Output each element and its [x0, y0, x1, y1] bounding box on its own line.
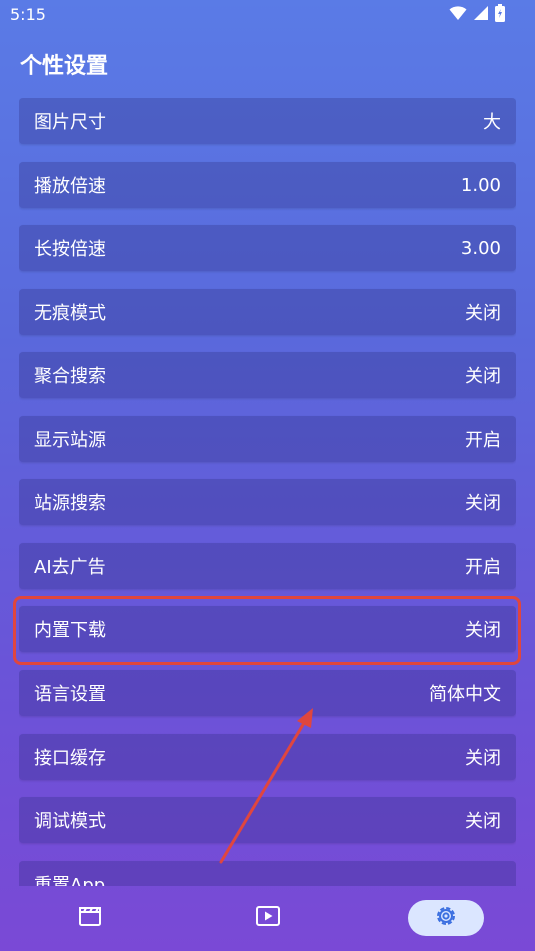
settings-list[interactable]: 图片尺寸 大 播放倍速 1.00 长按倍速 3.00 无痕模式 关闭 聚合搜索 … [19, 98, 516, 886]
setting-value: 关闭 [465, 366, 501, 387]
setting-ai-ad-removal[interactable]: AI去广告 开启 [19, 543, 516, 589]
setting-value: 关闭 [465, 620, 501, 641]
nav-item-player[interactable] [248, 900, 288, 936]
setting-aggregate-search[interactable]: 聚合搜索 关闭 [19, 352, 516, 398]
nav-item-videos[interactable] [70, 900, 110, 936]
setting-label: 语言设置 [34, 684, 106, 705]
setting-label: 调试模式 [34, 811, 106, 832]
setting-label: 长按倍速 [34, 239, 106, 260]
setting-label: AI去广告 [34, 557, 106, 578]
wifi-icon [449, 5, 467, 25]
setting-interface-cache[interactable]: 接口缓存 关闭 [19, 734, 516, 780]
setting-label: 聚合搜索 [34, 366, 106, 387]
nav-item-settings[interactable] [408, 900, 484, 936]
setting-incognito-mode[interactable]: 无痕模式 关闭 [19, 289, 516, 335]
setting-value: 开启 [465, 430, 501, 451]
setting-label: 内置下载 [34, 620, 106, 641]
setting-label: 接口缓存 [34, 748, 106, 769]
setting-label: 无痕模式 [34, 303, 106, 324]
bottom-nav [0, 886, 535, 951]
setting-value: 关闭 [465, 748, 501, 769]
page-title: 个性设置 [20, 54, 109, 79]
signal-icon [473, 5, 489, 25]
setting-debug-mode[interactable]: 调试模式 关闭 [19, 797, 516, 843]
setting-label: 播放倍速 [34, 176, 106, 197]
setting-label: 显示站源 [34, 430, 106, 451]
setting-value: 关闭 [465, 303, 501, 324]
setting-language[interactable]: 语言设置 简体中文 [19, 670, 516, 716]
setting-label: 图片尺寸 [34, 112, 106, 133]
status-bar: 5:15 [0, 0, 535, 32]
status-icons [449, 4, 505, 26]
setting-show-source[interactable]: 显示站源 开启 [19, 416, 516, 462]
setting-label: 站源搜索 [34, 493, 106, 514]
setting-label: 重置App [34, 875, 106, 886]
status-time: 5:15 [10, 5, 46, 24]
setting-long-press-speed[interactable]: 长按倍速 3.00 [19, 225, 516, 271]
setting-value: 1.00 [460, 174, 501, 196]
setting-playback-speed[interactable]: 播放倍速 1.00 [19, 162, 516, 208]
setting-value: 大 [483, 112, 501, 133]
setting-value: 开启 [465, 557, 501, 578]
setting-reset-app[interactable]: 重置App [19, 861, 516, 886]
gear-icon [434, 904, 458, 932]
setting-source-search[interactable]: 站源搜索 关闭 [19, 479, 516, 525]
setting-image-size[interactable]: 图片尺寸 大 [19, 98, 516, 144]
setting-builtin-download[interactable]: 内置下载 关闭 [19, 606, 516, 652]
clapperboard-icon [78, 905, 102, 931]
battery-icon [495, 4, 505, 26]
setting-value: 简体中文 [429, 684, 501, 705]
setting-value: 关闭 [465, 811, 501, 832]
setting-value: 关闭 [465, 493, 501, 514]
setting-value: 3.00 [460, 237, 501, 259]
play-icon [256, 906, 280, 930]
